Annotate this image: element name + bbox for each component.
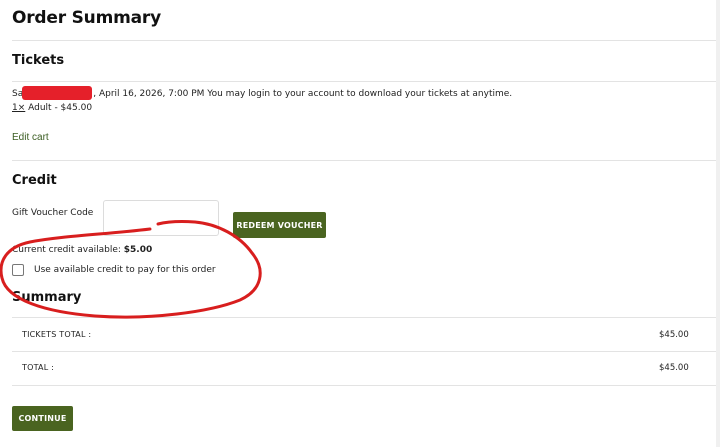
tickets-heading: Tickets (12, 53, 65, 68)
divider (12, 160, 718, 161)
edit-cart-link[interactable]: Edit cart (12, 132, 49, 143)
use-credit-label: Use available credit to pay for this ord… (34, 265, 216, 275)
credit-available-amount: $5.00 (123, 245, 153, 255)
divider (12, 351, 718, 352)
ticket-quantity-line: 1× Adult - $45.00 (12, 103, 92, 113)
summary-row-label: TOTAL : (22, 363, 55, 372)
divider (12, 317, 718, 318)
page-title: Order Summary (12, 8, 161, 28)
summary-row-label: TICKETS TOTAL : (22, 330, 92, 339)
credit-available-label: Current credit available: (12, 245, 124, 255)
voucher-code-input[interactable] (103, 200, 219, 236)
divider (12, 385, 718, 386)
redaction-mark (22, 86, 92, 100)
summary-heading: Summary (12, 290, 82, 305)
redeem-voucher-button[interactable]: REDEEM VOUCHER (233, 212, 326, 238)
event-details: , April 16, 2026, 7:00 PM You may login … (93, 89, 513, 99)
summary-row-value: $45.00 (659, 363, 689, 373)
divider (12, 81, 718, 82)
divider (12, 40, 718, 41)
quantity-link[interactable]: 1× (12, 103, 25, 113)
credit-heading: Credit (12, 173, 57, 188)
continue-button[interactable]: CONTINUE (12, 406, 73, 431)
page-scroll-edge (716, 0, 720, 447)
voucher-label: Gift Voucher Code (12, 208, 94, 218)
use-credit-checkbox[interactable] (12, 264, 24, 276)
summary-row-value: $45.00 (659, 330, 689, 340)
credit-available: Current credit available: $5.00 (12, 245, 152, 255)
quantity-text: Adult - $45.00 (25, 103, 93, 113)
